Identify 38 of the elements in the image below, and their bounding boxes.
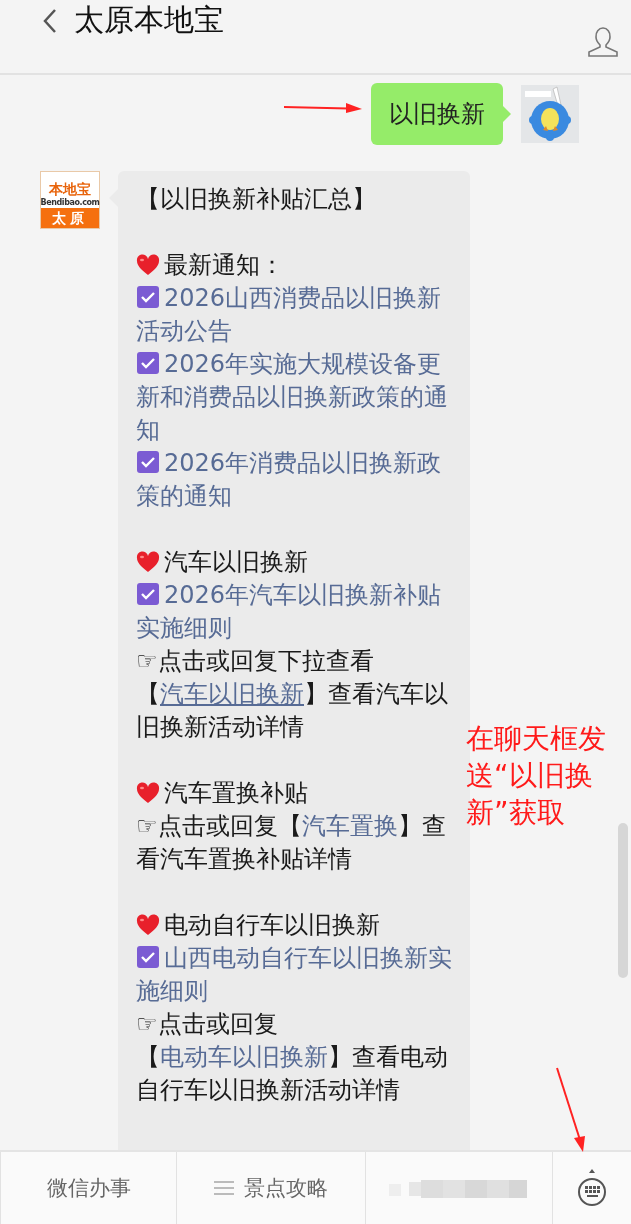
bubble-tail [502,105,511,123]
heart-icon [136,254,160,276]
menu-tab[interactable]: 景点攻略 [214,1174,328,1202]
instruction-text: ☞点击或回复【电动车以旧换新】查看电动自行车以旧换新活动详情 [136,1009,449,1106]
article-link[interactable]: 2026山西消费品以旧换新活动公告 [136,282,456,348]
section-heading: 汽车置换补贴 [164,779,308,807]
message-title: 【以旧换新补贴汇总】 [136,184,377,215]
chat-title: 太原本地宝 [74,1,225,39]
article-link[interactable]: 2026年消费品以旧换新政策的通知 [136,447,456,513]
avatar-drawing [521,85,579,143]
logo-subtext: Bendibao.com [40,199,100,206]
article-link[interactable]: 山西电动自行车以旧换新实施细则 [136,942,456,1008]
checkbox-icon [136,945,160,969]
scrollbar[interactable] [618,823,628,978]
instruction-text: ☞点击或回复下拉查看【汽车以旧换新】查看汽车以旧换新活动详情 [136,646,449,743]
heart-icon [136,914,160,936]
checkbox-icon [136,351,160,375]
section-heading: 电动自行车以旧换新 [164,911,380,939]
section-heading: 最新通知： [164,251,284,279]
logo-text: 本地宝 [49,181,91,197]
heart-icon [136,782,160,804]
annotation-text: 在聊天框发送“以旧换新”获取 [466,721,607,831]
checkbox-icon [136,582,160,606]
article-link[interactable]: 2026年汽车以旧换新补贴实施细则 [136,579,456,645]
checkbox-icon [136,450,160,474]
article-link[interactable]: 2026年实施大规模设备更新和消费品以旧换新政策的通知 [136,348,456,447]
keyword-link[interactable]: 汽车以旧换新 [160,680,304,708]
keyboard-icon[interactable] [577,1169,607,1207]
instruction-text: ☞点击或回复【汽车置换】查看汽车置换补贴详情 [136,811,447,875]
list-icon [214,1180,234,1196]
checkbox-icon [136,285,160,309]
keyword-link[interactable]: 电动车以旧换新 [160,1043,328,1071]
menu-tab[interactable]: 微信办事 [46,1174,131,1202]
section-heading: 汽车以旧换新 [164,548,308,576]
keyword-link[interactable]: 汽车置换 [301,812,398,840]
heart-icon [136,551,160,573]
person-icon[interactable] [587,25,619,58]
city-label: 太原 [41,208,99,228]
